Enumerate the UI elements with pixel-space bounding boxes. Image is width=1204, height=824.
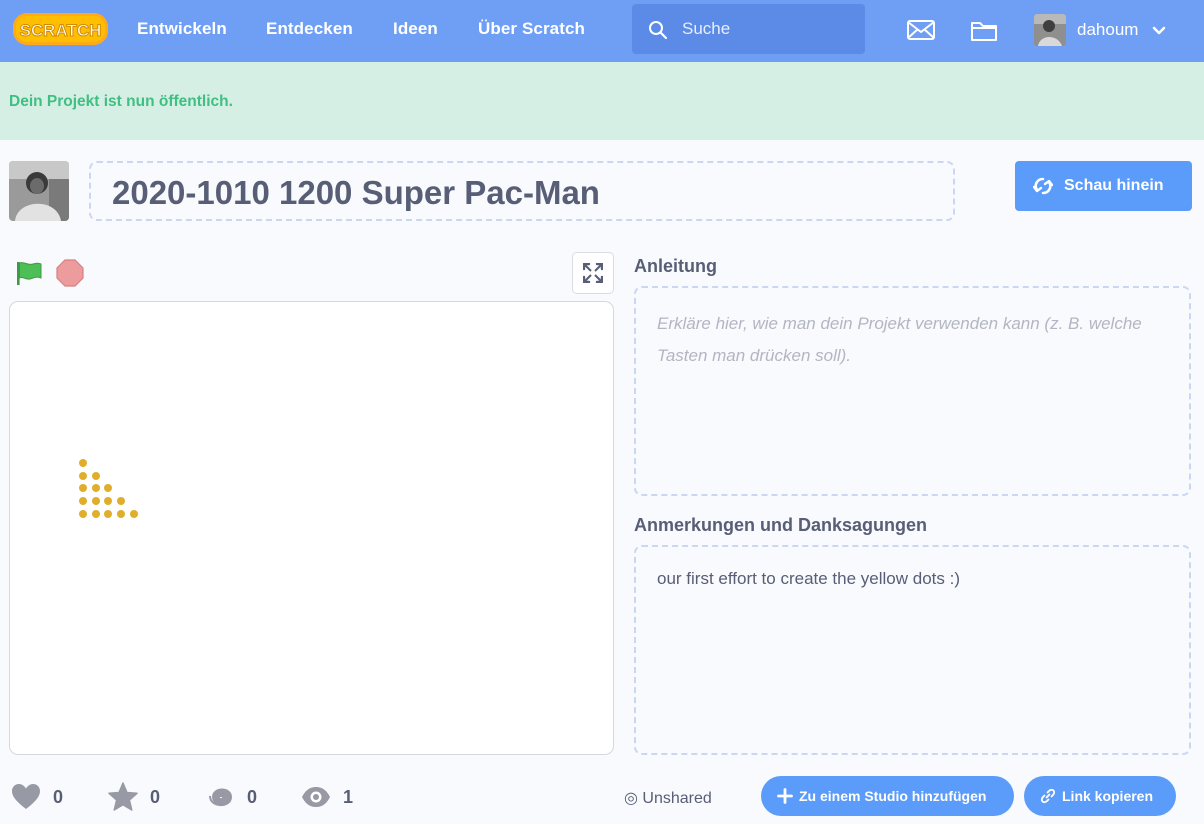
top-navbar: SCRATCH Entwickeln Entdecken Ideen Über … [0,0,1204,62]
heart-icon[interactable] [11,782,41,812]
spiral-icon [209,788,233,807]
search-icon [649,21,668,40]
alert-text: Dein Projekt ist nun öffentlich. [9,93,233,110]
instructions-heading: Anleitung [634,256,717,276]
project-stage[interactable] [9,301,614,755]
nav-link-entwickeln[interactable]: Entwickeln [137,19,227,39]
envelope-icon[interactable] [906,16,936,44]
nav-link-entdecken[interactable]: Entdecken [266,19,353,39]
nav-link-ideen[interactable]: Ideen [393,19,438,39]
green-flag-icon[interactable] [15,259,43,287]
notes-heading: Anmerkungen und Danksagungen [634,515,928,535]
nav-link-ueber-scratch[interactable]: Über Scratch [478,19,585,39]
add-to-studio-button[interactable]: Zu einem Studio hinzufügen [761,776,1014,816]
copy-link-label: Link kopieren [1062,788,1154,804]
folder-icon[interactable] [969,16,999,44]
copy-link-button[interactable]: Link kopieren [1024,776,1176,816]
stage-canvas [79,459,138,518]
views-count: 1 [343,787,354,807]
share-status: ◎ Unshared [624,790,712,807]
fullscreen-icon [583,263,603,283]
instructions-placeholder: Erkläre hier, wie man dein Projekt verwe… [657,314,1142,365]
yellow-dots-sprite [79,459,138,518]
search-bar[interactable] [632,4,865,54]
notes-text[interactable]: our first effort to create the yellow do… [657,569,960,589]
project-title-field[interactable]: 2020-1010 1200 Super Pac-Man [89,161,955,221]
add-to-studio-label: Zu einem Studio hinzufügen [799,788,987,804]
chevron-down-icon[interactable] [1150,22,1168,40]
remixes-count: 0 [247,787,258,807]
user-avatar[interactable] [1034,14,1066,46]
notes-textarea[interactable]: our first effort to create the yellow do… [634,545,1191,755]
fullscreen-button[interactable] [572,252,614,294]
scratch-logo[interactable]: SCRATCH [12,11,109,47]
loves-count: 0 [53,787,64,807]
link-icon [1040,788,1056,804]
eye-icon [302,787,330,807]
project-title[interactable]: 2020-1010 1200 Super Pac-Man [112,174,600,212]
username[interactable]: dahoum [1077,20,1138,40]
share-status-label: Unshared [642,790,712,807]
instructions-textarea[interactable]: Erkläre hier, wie man dein Projekt verwe… [634,286,1191,496]
svg-text:SCRATCH: SCRATCH [20,21,102,40]
success-alert: Dein Projekt ist nun öffentlich. [0,62,1204,140]
author-avatar[interactable] [9,161,69,221]
remix-icon [1033,177,1053,195]
plus-icon [777,788,793,804]
favorites-count: 0 [150,787,161,807]
stop-icon[interactable] [56,259,84,287]
search-input[interactable] [682,18,852,40]
star-icon[interactable] [108,782,138,812]
see-inside-button[interactable]: Schau hinein [1015,161,1192,211]
see-inside-label: Schau hinein [1064,177,1164,194]
